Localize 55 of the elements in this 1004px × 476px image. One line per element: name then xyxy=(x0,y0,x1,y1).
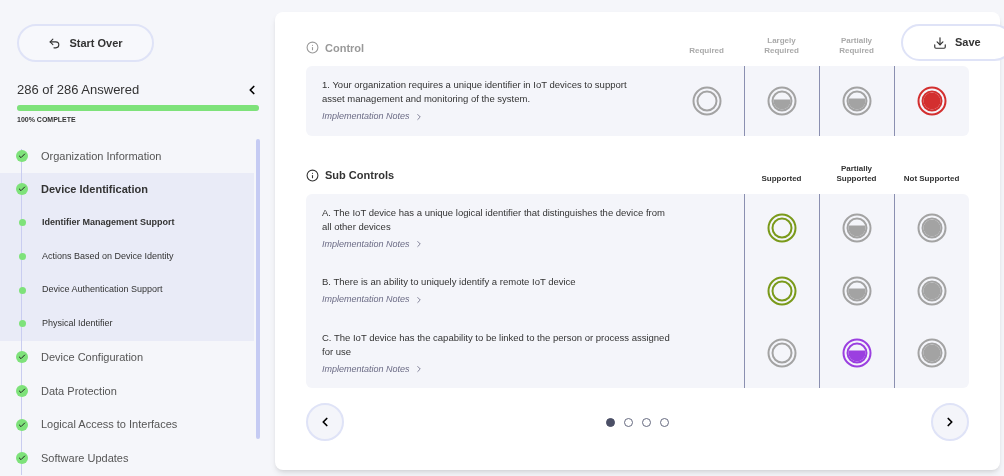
section-item[interactable]: Device Identification xyxy=(0,172,254,207)
answered-count: 286 of 286 Answered xyxy=(17,81,140,99)
check-icon xyxy=(16,351,28,364)
check-icon xyxy=(16,384,28,397)
question-text: C. The IoT device has the capability to be linked to the person or process assigned for use xyxy=(322,330,671,359)
radio-option[interactable] xyxy=(917,213,947,244)
radio-option[interactable] xyxy=(917,85,947,116)
next-button[interactable] xyxy=(931,403,969,441)
download-icon xyxy=(933,35,947,50)
scrollbar[interactable] xyxy=(256,139,260,439)
radio-option[interactable] xyxy=(767,213,797,244)
subsection-item[interactable]: Physical Identifier xyxy=(0,306,254,341)
column-header: Required xyxy=(689,46,724,56)
section-item[interactable]: Logical Access to Interfaces xyxy=(0,407,254,442)
subsection-item[interactable]: Device Authentication Support xyxy=(0,273,254,307)
column-header: Partially Required xyxy=(839,36,874,56)
column-header: Largely Required xyxy=(764,36,799,56)
radio-option[interactable] xyxy=(842,275,872,306)
implementation-notes-link[interactable]: Implementation Notes xyxy=(322,362,424,376)
radio-option[interactable] xyxy=(767,275,797,306)
implementation-notes-link[interactable]: Implementation Notes xyxy=(322,110,424,124)
check-icon xyxy=(16,452,28,465)
column-header: Partially Supported xyxy=(836,163,877,184)
check-icon xyxy=(16,149,28,162)
section-title: Control xyxy=(325,40,365,56)
section-item[interactable]: Software Updates xyxy=(0,441,254,475)
column-header: Not Supported xyxy=(903,173,960,184)
radio-option[interactable] xyxy=(767,85,797,116)
column-header: Supported xyxy=(761,173,802,184)
question-text: 1. Your organization requires a unique identifier in IoT devices to support asset management and monitoring of the system. xyxy=(322,78,628,106)
info-icon xyxy=(306,41,319,55)
radio-option[interactable] xyxy=(842,213,872,244)
radio-option[interactable] xyxy=(842,338,872,369)
section-item[interactable]: Device Configuration xyxy=(0,340,254,375)
question-text: A. The IoT device has a unique logical identifier that distinguishes the device from all other devices xyxy=(322,205,666,234)
radio-option[interactable] xyxy=(842,85,872,116)
info-icon xyxy=(306,168,319,182)
check-icon xyxy=(16,183,28,196)
section-title: Sub Controls xyxy=(325,168,395,183)
section-item[interactable]: Organization Information xyxy=(0,139,254,173)
subsection-item[interactable]: Actions Based on Device Identity xyxy=(0,239,254,274)
check-icon xyxy=(16,418,28,431)
question-text: B. There is an ability to uniquely identify a remote IoT device xyxy=(322,275,577,289)
radio-option[interactable] xyxy=(691,85,722,116)
save-button[interactable]: Save xyxy=(901,24,1004,61)
section-item[interactable]: Data Protection xyxy=(0,374,254,408)
subsection-item[interactable]: Identifier Management Support xyxy=(0,206,254,240)
radio-option[interactable] xyxy=(917,338,947,369)
start-over-button[interactable]: Start Over xyxy=(17,24,154,62)
radio-option[interactable] xyxy=(767,338,797,369)
implementation-notes-link[interactable]: Implementation Notes xyxy=(322,293,424,307)
undo-icon xyxy=(48,36,62,50)
previous-button[interactable] xyxy=(306,403,344,441)
radio-option[interactable] xyxy=(917,275,947,306)
implementation-notes-link[interactable]: Implementation Notes xyxy=(322,237,424,251)
